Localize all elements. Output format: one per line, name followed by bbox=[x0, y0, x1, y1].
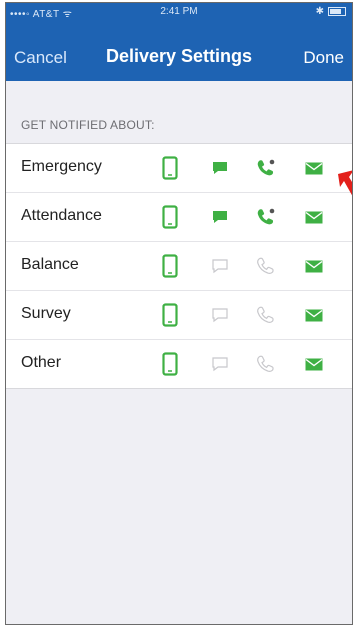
phone-call-icon[interactable] bbox=[252, 340, 280, 388]
status-time: 2:41 PM bbox=[160, 6, 198, 17]
phone-call-icon[interactable] bbox=[252, 242, 280, 290]
red-arrow-icon bbox=[338, 170, 352, 196]
text-message-icon[interactable] bbox=[206, 291, 234, 339]
row-label: Emergency bbox=[21, 158, 102, 175]
table-row: Survey bbox=[6, 291, 352, 340]
mobile-phone-icon[interactable] bbox=[156, 291, 184, 339]
page-title: Delivery Settings bbox=[105, 46, 253, 66]
phone-call-icon[interactable] bbox=[252, 193, 280, 241]
done-button[interactable]: Done bbox=[303, 48, 344, 68]
row-label: Attendance bbox=[21, 207, 102, 224]
mobile-phone-icon[interactable] bbox=[156, 193, 184, 241]
navigation-bar: Cancel Delivery Settings Done bbox=[6, 21, 352, 81]
phone-call-icon[interactable] bbox=[252, 144, 280, 192]
table-row: Balance bbox=[6, 242, 352, 291]
email-icon[interactable] bbox=[300, 291, 328, 339]
row-label: Balance bbox=[21, 256, 79, 273]
status-bar: ••••◦ AT&T ᯤ 2:41 PM ✱ bbox=[6, 3, 352, 21]
mobile-phone-icon[interactable] bbox=[156, 340, 184, 388]
mobile-phone-icon[interactable] bbox=[156, 242, 184, 290]
email-icon[interactable] bbox=[300, 193, 328, 241]
table-row: Other bbox=[6, 340, 352, 388]
email-icon[interactable] bbox=[300, 144, 328, 192]
email-icon[interactable] bbox=[300, 340, 328, 388]
text-message-icon[interactable] bbox=[206, 242, 234, 290]
section-header: GET NOTIFIED ABOUT: bbox=[21, 118, 155, 132]
table-row: Emergency bbox=[6, 144, 352, 193]
notification-settings-table: Emergency Attendance Balance Survey Other bbox=[6, 143, 352, 389]
text-message-icon[interactable] bbox=[206, 340, 234, 388]
phone-call-icon[interactable] bbox=[252, 291, 280, 339]
email-icon[interactable] bbox=[300, 242, 328, 290]
app-screen: ••••◦ AT&T ᯤ 2:41 PM ✱ Cancel Delivery S… bbox=[5, 2, 353, 625]
table-row: Attendance bbox=[6, 193, 352, 242]
text-message-icon[interactable] bbox=[206, 193, 234, 241]
row-label: Other bbox=[21, 354, 62, 371]
battery-icon: ✱ bbox=[316, 6, 346, 17]
text-message-icon[interactable] bbox=[206, 144, 234, 192]
mobile-phone-icon[interactable] bbox=[156, 144, 184, 192]
row-label: Survey bbox=[21, 305, 71, 322]
